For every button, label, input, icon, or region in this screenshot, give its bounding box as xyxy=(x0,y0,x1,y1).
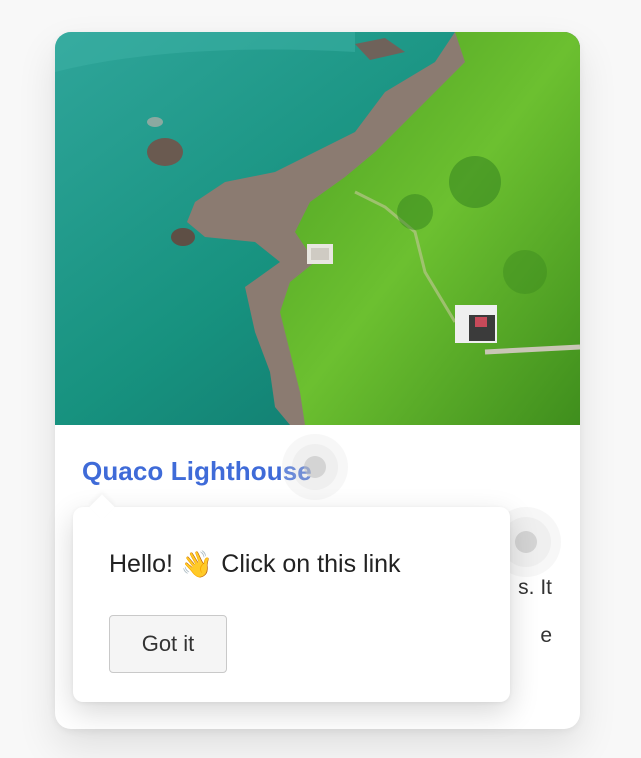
waving-hand-icon: 👋 xyxy=(180,549,214,579)
hotspot-pulse-title[interactable] xyxy=(292,444,338,490)
card-image-aerial-coast xyxy=(55,32,580,425)
hotspot-dot xyxy=(304,456,326,478)
tooltip-message: Hello! 👋 Click on this link xyxy=(109,549,401,580)
onboarding-tooltip: Hello! 👋 Click on this link Got it xyxy=(73,494,510,702)
hotspot-dot xyxy=(515,531,537,553)
card-title-link[interactable]: Quaco Lighthouse xyxy=(82,456,312,487)
got-it-button[interactable]: Got it xyxy=(109,615,227,673)
tooltip-message-greeting: Hello! xyxy=(109,550,173,578)
tooltip-message-instruction: Click on this link xyxy=(221,550,401,578)
page: Quaco Lighthouse s. It e Hello! 👋 Click … xyxy=(0,0,641,758)
